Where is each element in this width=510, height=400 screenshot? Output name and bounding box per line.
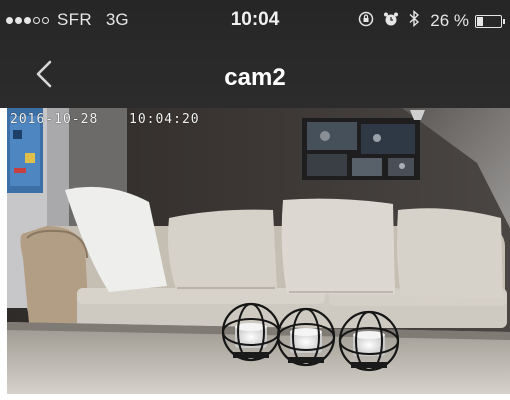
status-right: 26 % — [349, 9, 505, 32]
bluetooth-icon — [408, 9, 420, 32]
camera-image — [7, 108, 510, 394]
rotation-lock-icon — [358, 11, 374, 32]
battery-tip — [503, 18, 505, 24]
bottom-strip — [0, 394, 510, 400]
battery-level — [477, 16, 483, 26]
status-bar: SFR 3G 10:04 26 % — [0, 0, 510, 40]
camera-time-overlay: 10:04:20 — [129, 112, 200, 127]
page-title: cam2 — [224, 64, 286, 91]
camera-feed[interactable]: 2016-10-28 10:04:20 — [7, 108, 510, 394]
top-bar: SFR 3G 10:04 26 % cam2 — [0, 0, 510, 108]
camera-date-overlay: 2016-10-28 — [10, 112, 99, 127]
alarm-icon — [383, 11, 399, 32]
battery-icon — [475, 14, 505, 28]
battery-percentage: 26 % — [430, 11, 469, 30]
navigation-bar: cam2 — [0, 44, 510, 108]
